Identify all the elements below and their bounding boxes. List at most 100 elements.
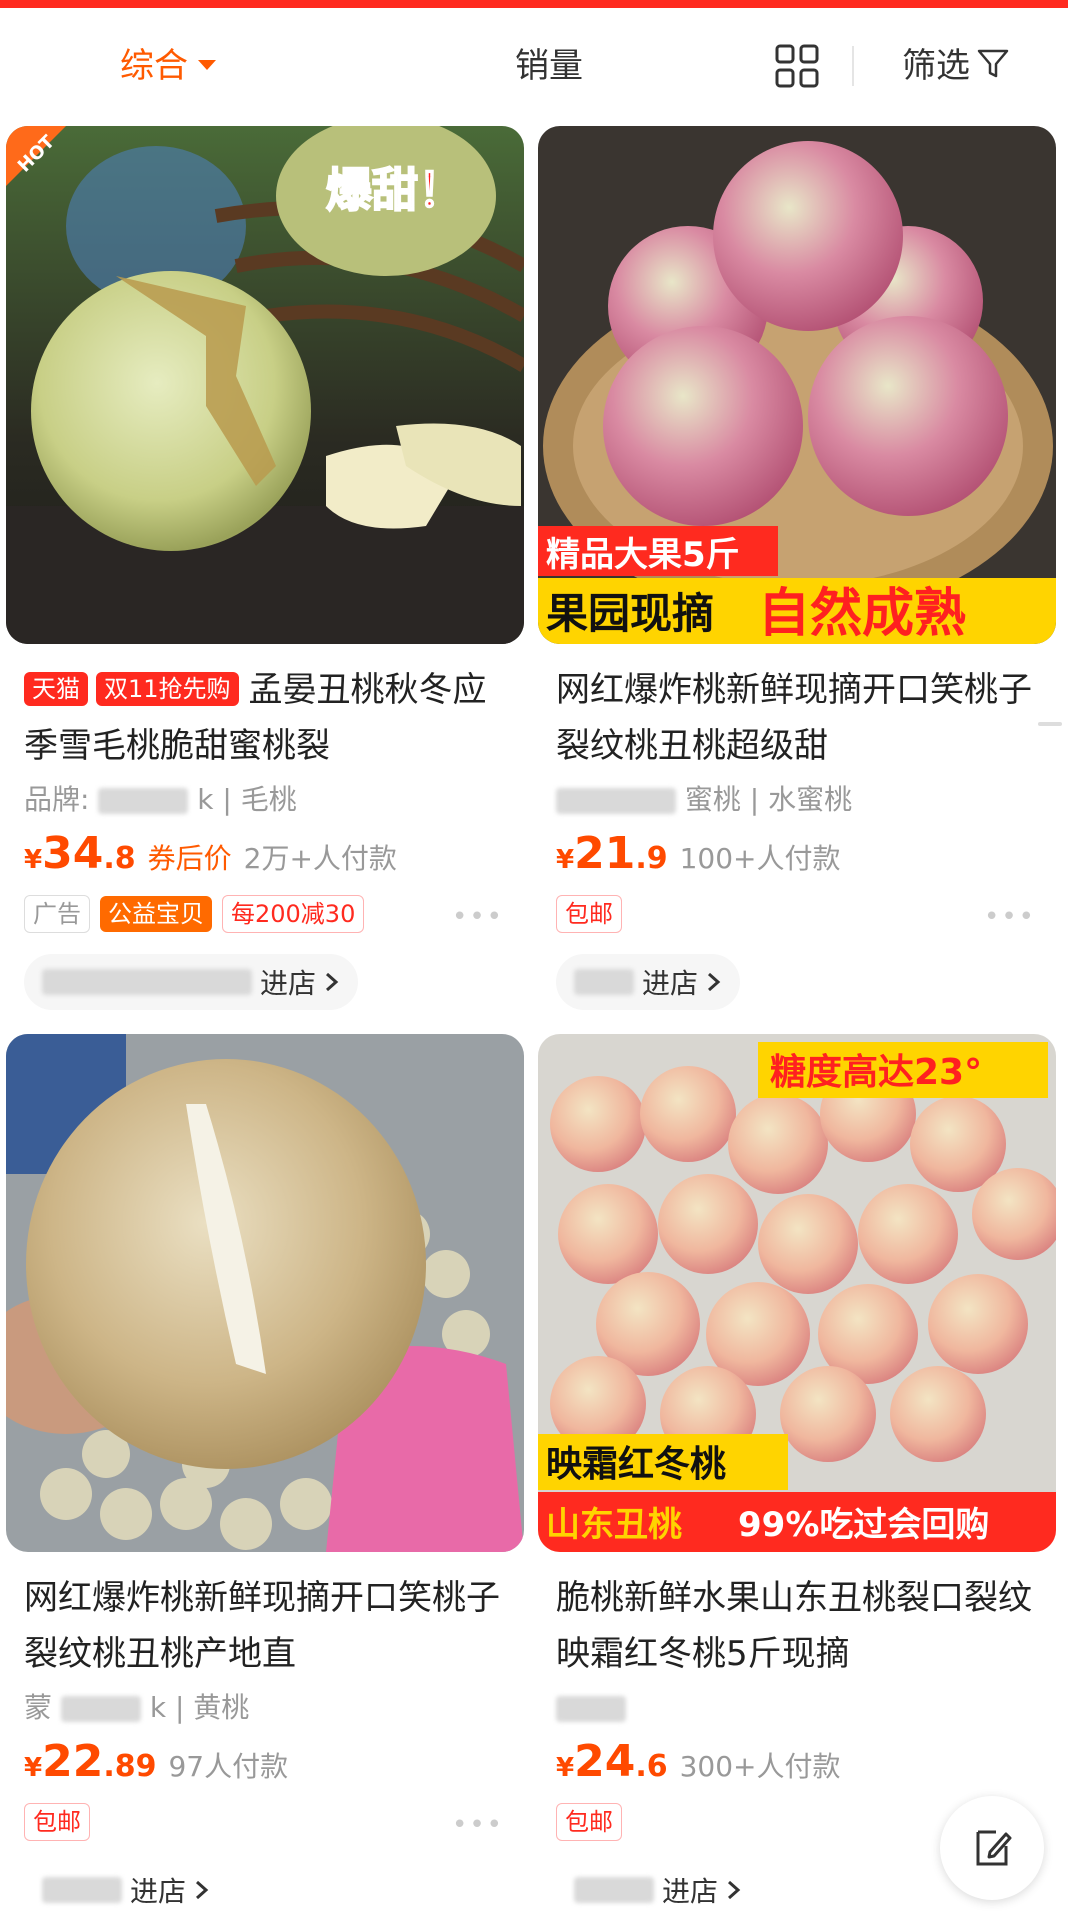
chevron-right-icon	[196, 1880, 209, 1900]
price-integer: 22	[42, 1736, 104, 1787]
price: ¥21.9	[556, 828, 668, 879]
product-card[interactable]: HOT 爆甜！ 天猫 双11抢先购 孟晏丑桃秋冬应季雪毛桃脆甜蜜桃裂 品牌: k |…	[6, 126, 524, 1010]
more-options-icon[interactable]: •••	[452, 902, 504, 932]
price-row: ¥34.8 券后价 2万+人付款	[6, 828, 524, 886]
image-banner-right: 99%吃过会回购	[738, 1505, 989, 1545]
store-row: 进店	[6, 1862, 524, 1918]
blurred-text	[556, 788, 676, 814]
product-title-text: 孟晏丑桃秋冬应季雪毛桃脆甜蜜桃裂	[24, 670, 487, 766]
price: ¥34.8	[24, 828, 136, 879]
more-options-icon[interactable]: •••	[984, 902, 1036, 932]
image-banner-left: 果园现摘	[546, 589, 714, 638]
sold-count: 2万+人付款	[243, 842, 397, 875]
price: ¥22.89	[24, 1736, 156, 1787]
price-row: ¥24.6 300+人付款	[538, 1736, 1056, 1794]
enter-store-label: 进店	[260, 967, 317, 1000]
image-banner-top: 精品大果5斤	[546, 535, 740, 575]
product-image[interactable]: HOT 爆甜！	[6, 126, 524, 644]
price-decimal: .8	[103, 841, 136, 876]
brand-prefix: 品牌:	[24, 783, 90, 816]
sold-count: 300+人付款	[679, 1750, 841, 1783]
blurred-text	[556, 1696, 626, 1722]
chevron-right-icon	[326, 972, 339, 992]
blurred-store-name	[574, 969, 634, 995]
filter-label: 筛选	[902, 46, 970, 86]
badges: 包邮 •••	[6, 1800, 524, 1844]
sold-count: 97人付款	[168, 1750, 289, 1783]
write-note-icon	[976, 1830, 1012, 1866]
product-title[interactable]: 网红爆炸桃新鲜现摘开口笑桃子裂纹桃丑桃产地直	[6, 1570, 524, 1682]
price-integer: 21	[574, 828, 636, 879]
scroll-indicator	[1038, 722, 1062, 726]
image-overlay-text: 爆甜！	[326, 163, 464, 217]
enter-store-label: 进店	[662, 1875, 719, 1908]
brand-suffix: 蜜桃 | 水蜜桃	[684, 783, 853, 816]
price-integer: 24	[574, 1736, 636, 1787]
free-shipping-badge: 包邮	[24, 1803, 90, 1841]
price-currency: ¥	[556, 845, 575, 875]
store-row: 进店	[6, 954, 524, 1010]
image-banner-right: 自然成熟	[758, 584, 966, 644]
tab-comprehensive[interactable]: 综合	[120, 38, 216, 87]
product-card[interactable]: 精品大果5斤 果园现摘 自然成熟 网红爆炸桃新鲜现摘开口笑桃子裂纹桃丑桃超级甜 …	[538, 126, 1056, 1010]
enter-store-button[interactable]: 进店	[556, 1862, 760, 1918]
enter-store-button[interactable]: 进店	[24, 954, 359, 1010]
image-banner-mid: 映霜红冬桃	[546, 1444, 726, 1485]
price-row: ¥21.9 100+人付款	[538, 828, 1056, 886]
image-banner-top: 糖度高达23°	[770, 1052, 982, 1093]
blurred-store-name	[574, 1877, 654, 1903]
enter-store-label: 进店	[642, 967, 699, 1000]
more-options-icon[interactable]: •••	[452, 1810, 504, 1840]
write-note-button[interactable]	[940, 1796, 1044, 1900]
tab-comprehensive-label: 综合	[120, 46, 188, 86]
badges: 包邮 •••	[538, 892, 1056, 936]
price-currency: ¥	[24, 845, 43, 875]
price-integer: 34	[42, 828, 104, 879]
product-image[interactable]	[6, 1034, 524, 1552]
dropdown-arrow-icon	[198, 59, 216, 70]
store-row: 进店	[538, 954, 1056, 1010]
price-row: ¥22.89 97人付款	[6, 1736, 524, 1794]
sold-count: 100+人付款	[679, 842, 841, 875]
filter-funnel-icon	[977, 49, 1009, 77]
product-card[interactable]: 网红爆炸桃新鲜现摘开口笑桃子裂纹桃丑桃产地直 蒙 k | 黄桃 ¥22.89 9…	[6, 1034, 524, 1918]
product-brand: 品牌: k | 毛桃	[6, 780, 524, 820]
brand-suffix: k | 黄桃	[149, 1691, 250, 1724]
image-banner-left: 山东丑桃	[546, 1505, 682, 1545]
free-shipping-badge: 包邮	[556, 895, 622, 933]
product-title[interactable]: 天猫 双11抢先购 孟晏丑桃秋冬应季雪毛桃脆甜蜜桃裂	[6, 662, 524, 774]
price-currency: ¥	[24, 1753, 43, 1783]
brand-suffix: k | 毛桃	[197, 783, 297, 816]
product-image[interactable]: 糖度高达23° 映霜红冬桃 山东丑桃 99%吃过会回购	[538, 1034, 1056, 1552]
enter-store-button[interactable]: 进店	[24, 1862, 228, 1918]
filter-button[interactable]: 筛选	[902, 38, 1010, 87]
price-decimal: .9	[635, 841, 668, 876]
product-title[interactable]: 网红爆炸桃新鲜现摘开口笑桃子裂纹桃丑桃超级甜	[538, 662, 1056, 774]
discount-badge: 每200减30	[222, 895, 365, 933]
badges: 广告 公益宝贝 每200减30 •••	[6, 892, 524, 936]
price-decimal: .6	[635, 1749, 668, 1784]
blurred-store-name	[42, 969, 252, 995]
after-coupon-label: 券后价	[147, 842, 232, 875]
blurred-text	[98, 788, 189, 814]
charity-badge: 公益宝贝	[100, 896, 212, 932]
price-currency: ¥	[556, 1753, 575, 1783]
product-brand	[538, 1688, 1056, 1728]
blurred-store-name	[42, 1877, 122, 1903]
grid-view-icon[interactable]	[775, 44, 819, 88]
ad-badge: 广告	[24, 895, 90, 933]
brand-prefix: 蒙	[24, 1691, 53, 1724]
price-decimal: .89	[103, 1749, 157, 1784]
enter-store-button[interactable]: 进店	[556, 954, 741, 1010]
product-image[interactable]: 精品大果5斤 果园现摘 自然成熟	[538, 126, 1056, 644]
sort-bar: 综合 销量 筛选	[0, 0, 1068, 110]
product-brand: 蒙 k | 黄桃	[6, 1688, 524, 1728]
tab-sales[interactable]: 销量	[515, 38, 583, 87]
product-brand: 蜜桃 | 水蜜桃	[538, 780, 1056, 820]
product-card[interactable]: 糖度高达23° 映霜红冬桃 山东丑桃 99%吃过会回购 脆桃新鲜水果山东丑桃裂口…	[538, 1034, 1056, 1918]
free-shipping-badge: 包邮	[556, 1803, 622, 1841]
product-title[interactable]: 脆桃新鲜水果山东丑桃裂口裂纹映霜红冬桃5斤现摘	[538, 1570, 1056, 1682]
chevron-right-icon	[708, 972, 721, 992]
enter-store-label: 进店	[130, 1875, 187, 1908]
double11-tag: 双11抢先购	[96, 672, 239, 706]
